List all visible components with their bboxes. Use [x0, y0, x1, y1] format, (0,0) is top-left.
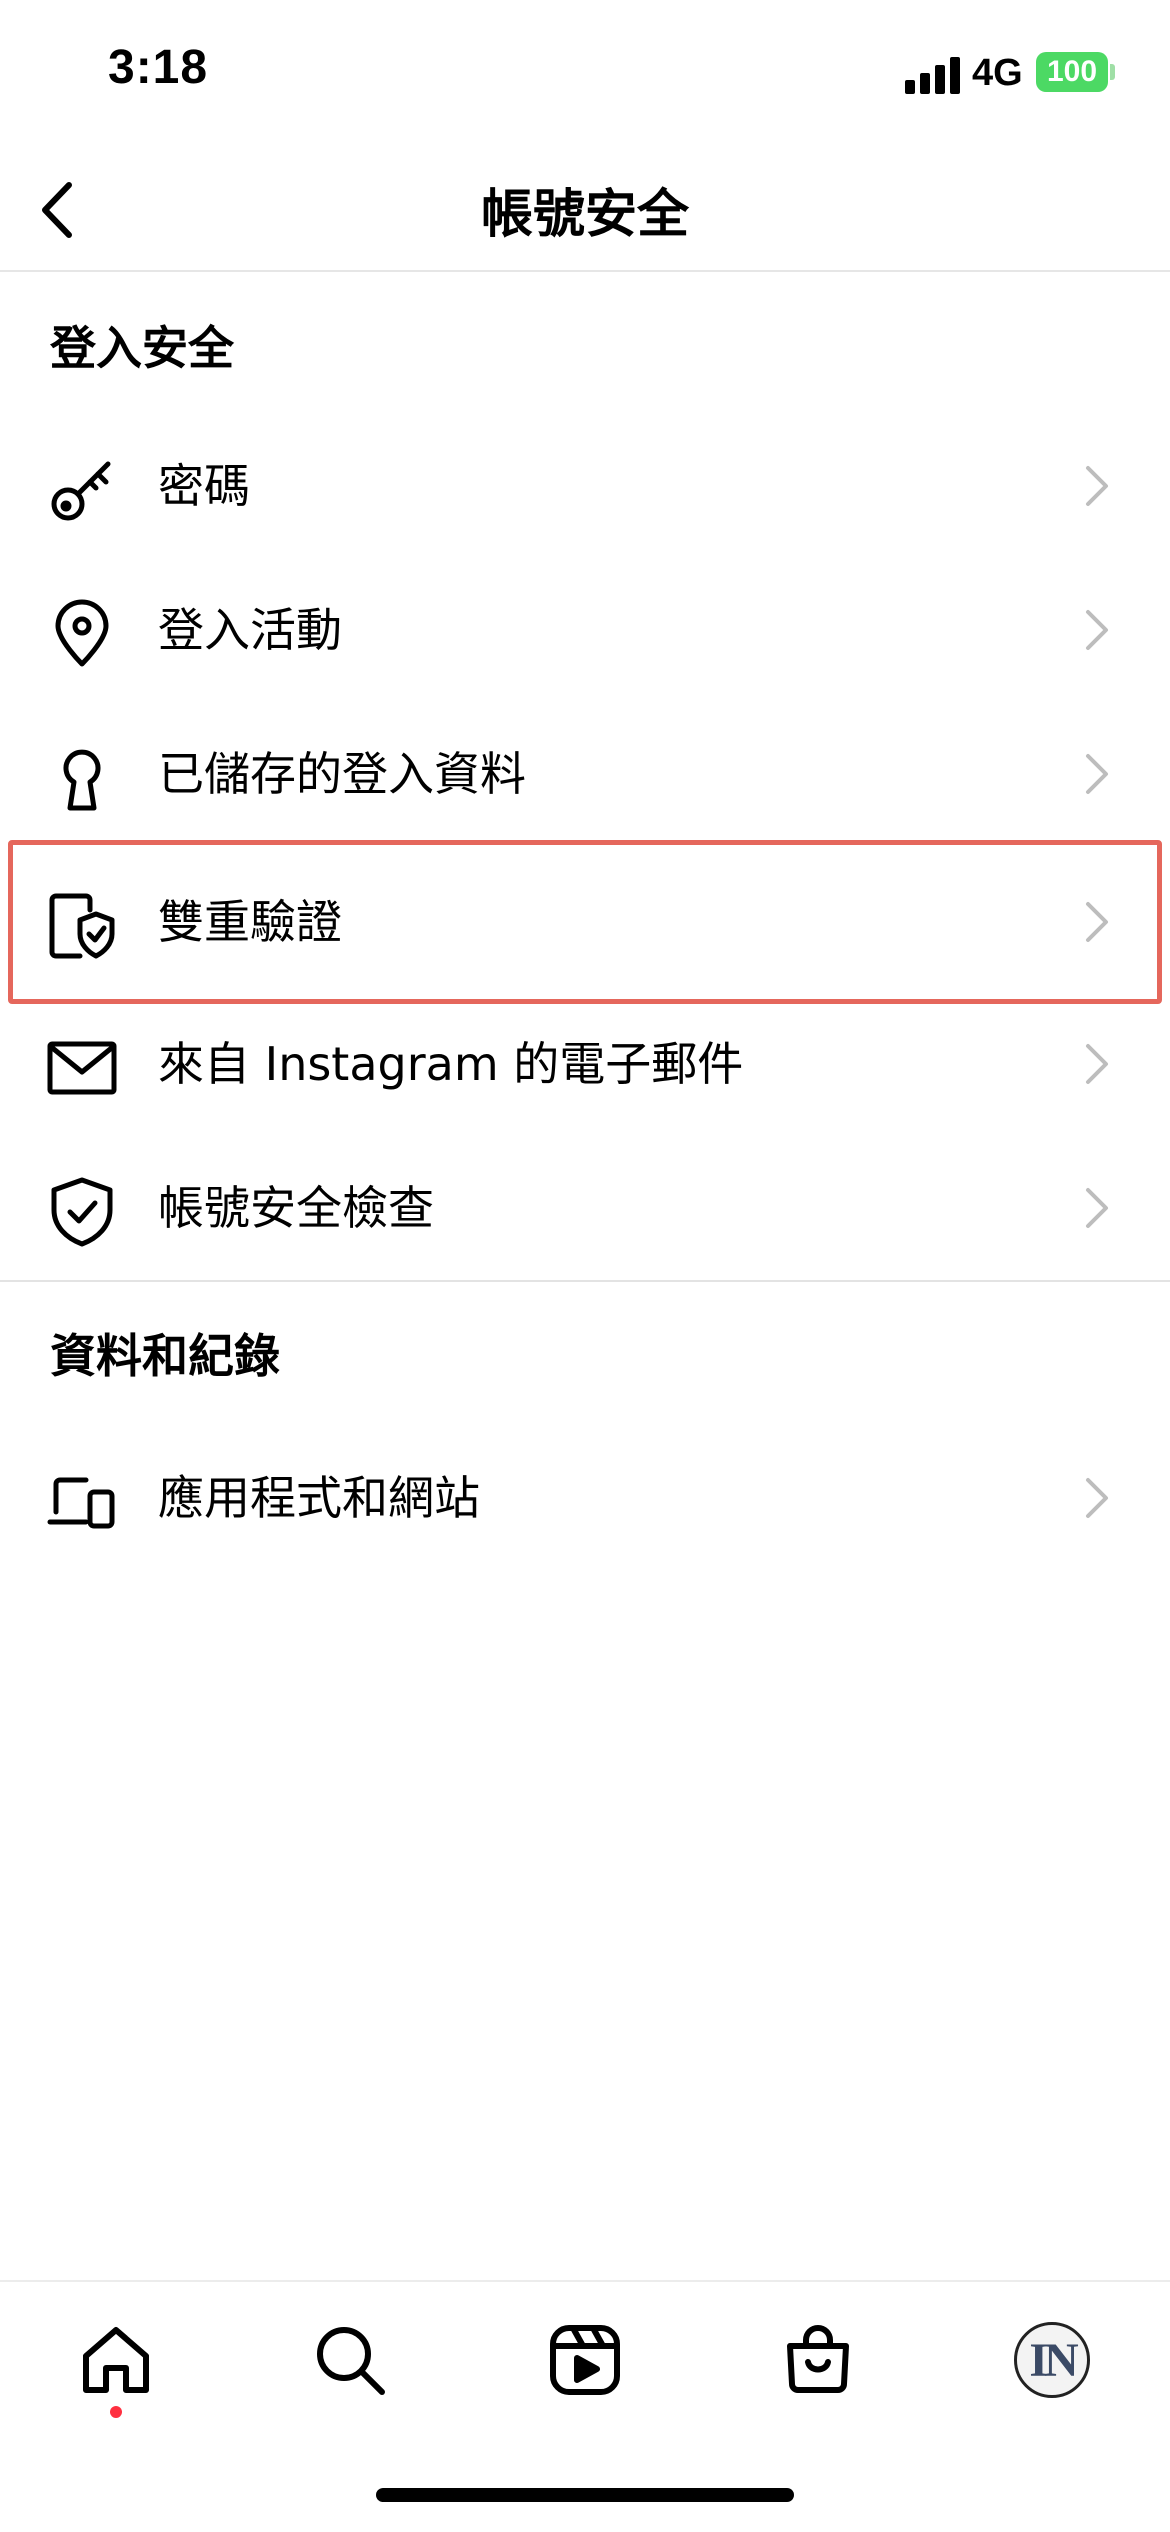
nav-header: 帳號安全 [0, 150, 1170, 272]
battery-icon: 100 [1036, 52, 1108, 92]
avatar-text: IN [1029, 2333, 1078, 2387]
tab-profile[interactable]: IN [1004, 2312, 1100, 2408]
password-item[interactable]: 密碼 [0, 414, 1170, 558]
two-factor-authentication-label: 雙重驗證 [158, 895, 342, 949]
chevron-right-icon [1086, 1044, 1108, 1084]
profile-avatar: IN [1014, 2322, 1090, 2398]
chevron-right-icon [1086, 466, 1108, 506]
login-activity-label: 登入活動 [158, 603, 342, 657]
security-checkup-item[interactable]: 帳號安全檢查 [0, 1136, 1170, 1280]
section-title-login-security: 登入安全 [50, 321, 234, 375]
tab-reels[interactable] [537, 2312, 633, 2408]
network-type: 4G [972, 52, 1023, 94]
battery-level: 100 [1046, 55, 1098, 88]
laptop-phone-icon [46, 1466, 118, 1538]
emails-from-instagram-item[interactable]: 來自 Instagram 的電子郵件 [0, 992, 1170, 1136]
keyhole-icon [46, 742, 118, 814]
shop-icon [787, 2325, 849, 2393]
chevron-right-icon [1086, 1478, 1108, 1518]
phone-shield-icon [46, 890, 118, 962]
apps-and-websites-item[interactable]: 應用程式和網站 [0, 1426, 1170, 1570]
search-icon [317, 2327, 385, 2395]
security-checkup-label: 帳號安全檢查 [158, 1181, 434, 1235]
key-icon [46, 454, 118, 526]
apps-and-websites-label: 應用程式和網站 [158, 1471, 480, 1525]
status-bar: 3:18 4G 100 [0, 0, 1170, 150]
saved-login-info-label: 已儲存的登入資料 [158, 747, 526, 801]
section-divider [0, 1280, 1170, 1282]
login-activity-item[interactable]: 登入活動 [0, 558, 1170, 702]
section-title-data-history: 資料和紀錄 [50, 1329, 280, 1383]
home-indicator [376, 2488, 794, 2502]
two-factor-authentication-item[interactable]: 雙重驗證 [0, 850, 1170, 994]
saved-login-info-item[interactable]: 已儲存的登入資料 [0, 702, 1170, 846]
envelope-icon [46, 1032, 118, 1104]
chevron-right-icon [1086, 1188, 1108, 1228]
tab-shop[interactable] [770, 2312, 866, 2408]
status-time: 3:18 [108, 41, 209, 94]
location-pin-icon [46, 598, 118, 670]
signal-icon [905, 56, 961, 94]
reels-icon [550, 2325, 620, 2395]
page-title: 帳號安全 [480, 185, 689, 245]
tab-search[interactable] [302, 2312, 398, 2408]
shield-check-icon [46, 1176, 118, 1248]
home-icon [83, 2327, 149, 2393]
emails-from-instagram-label: 來自 Instagram 的電子郵件 [158, 1037, 744, 1091]
chevron-right-icon [1086, 902, 1108, 942]
tab-home[interactable] [68, 2312, 164, 2408]
notification-dot [110, 2406, 122, 2418]
chevron-right-icon [1086, 754, 1108, 794]
battery-nub [1110, 64, 1115, 80]
chevron-right-icon [1086, 610, 1108, 650]
password-label: 密碼 [158, 459, 250, 513]
